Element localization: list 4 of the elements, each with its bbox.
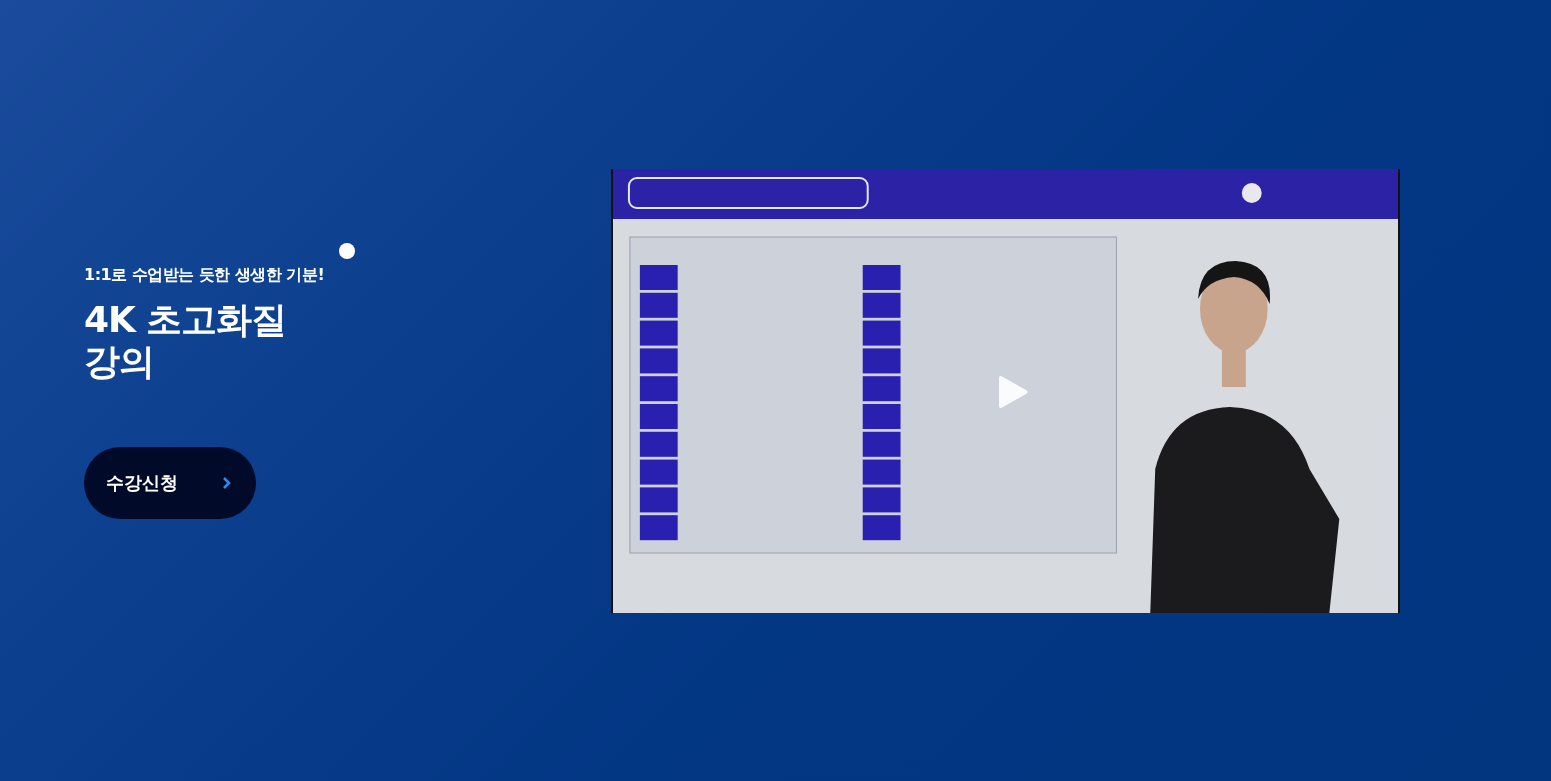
chevron-right-icon [222,475,232,490]
hero-title: 4K 초고화질 강의 [84,298,288,383]
hero-subtitle: 1:1로 수업받는 듯한 생생한 기분! [84,263,326,286]
enroll-button[interactable]: 수강신청 [84,446,256,519]
